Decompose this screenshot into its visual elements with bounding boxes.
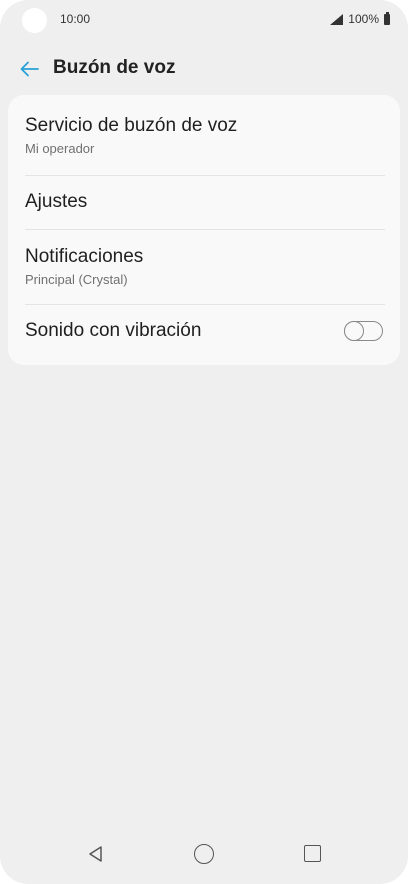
status-indicators: 100% xyxy=(330,11,390,26)
circle-home-icon[interactable] xyxy=(194,844,214,864)
settings-card: Servicio de buzón de voz Mi operador Aju… xyxy=(8,95,400,365)
front-camera xyxy=(22,8,47,33)
voicemail-service-title: Servicio de buzón de voz xyxy=(25,115,238,136)
battery-icon xyxy=(384,11,390,25)
sound-vibration-toggle[interactable] xyxy=(344,321,383,341)
triangle-back-icon xyxy=(89,846,102,862)
settings-title: Ajustes xyxy=(25,191,88,212)
sound-vibration-item[interactable]: Sonido con vibración xyxy=(25,320,385,342)
notifications-subtitle: Principal (Crystal) xyxy=(25,272,128,287)
notifications-title: Notificaciones xyxy=(25,246,144,267)
square-recents-icon[interactable] xyxy=(304,845,321,862)
status-bar: 10:00 100% xyxy=(0,0,408,40)
divider xyxy=(25,175,385,176)
battery-percentage: 100% xyxy=(348,12,379,26)
status-time: 10:00 xyxy=(60,12,91,26)
nav-back-button[interactable] xyxy=(86,844,106,864)
notifications-item[interactable]: Notificaciones Principal (Crystal) xyxy=(25,246,385,287)
signal-icon xyxy=(330,13,344,25)
voicemail-service-item[interactable]: Servicio de buzón de voz Mi operador xyxy=(25,115,385,156)
divider xyxy=(25,229,385,230)
app-header: Buzón de voz xyxy=(0,48,408,88)
page-title: Buzón de voz xyxy=(53,57,176,78)
phone-screen: 10:00 100% Buzón de voz Servicio de buzó… xyxy=(0,0,408,884)
settings-item[interactable]: Ajustes xyxy=(25,191,385,213)
sound-vibration-title: Sonido con vibración xyxy=(25,320,202,341)
arrow-left-icon xyxy=(20,61,39,77)
back-button[interactable] xyxy=(14,54,44,84)
toggle-knob xyxy=(344,321,364,341)
voicemail-service-subtitle: Mi operador xyxy=(25,141,95,156)
navigation-bar xyxy=(0,828,408,884)
divider xyxy=(25,304,385,305)
